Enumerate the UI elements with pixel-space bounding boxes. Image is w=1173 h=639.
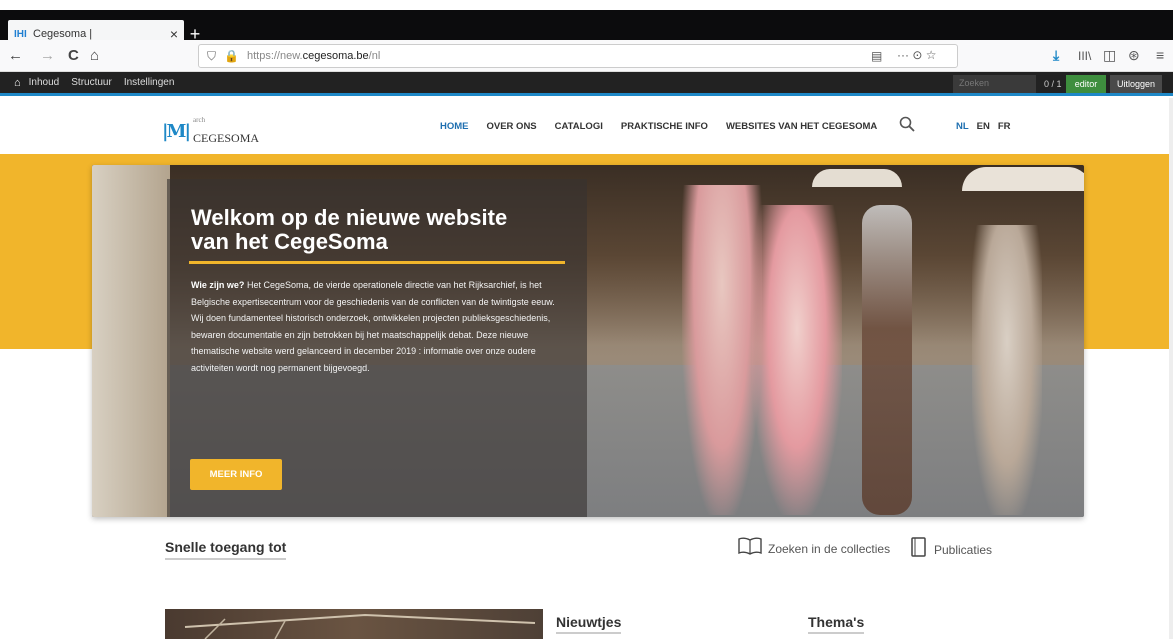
library-icon[interactable]: III\ (1078, 49, 1091, 63)
hero-photo-figure (972, 225, 1042, 515)
cms-item-inhoud[interactable]: Inhoud (29, 77, 60, 88)
home-icon[interactable]: ⌂ (90, 47, 99, 65)
search-icon[interactable] (899, 116, 915, 137)
menu-item-websites[interactable]: WEBSITES VAN HET CEGESOMA (726, 121, 877, 132)
sidebar-icon[interactable]: ◫ (1103, 47, 1116, 64)
quick-access-title: Snelle toegang tot (165, 539, 287, 560)
lang-en[interactable]: EN (977, 121, 990, 132)
hero-body: Wie zijn we? Het CegeSoma, de vierde ope… (191, 277, 566, 377)
cms-search-input[interactable]: Zoeken (953, 75, 1036, 93)
url-prefix: https://new. (246, 50, 303, 62)
news-image[interactable] (165, 609, 543, 639)
hero-photo-figure (682, 185, 762, 515)
quick-link-label: Zoeken in de collecties (768, 541, 891, 556)
hero-photo-figure (752, 205, 842, 515)
logo-prefix: arch (193, 116, 206, 124)
forward-icon[interactable]: → (40, 47, 55, 65)
cms-item-instellingen[interactable]: Instellingen (124, 77, 175, 88)
shield-icon[interactable]: ⛉ (207, 49, 216, 64)
document-icon (910, 537, 928, 562)
hero-photo-figure (862, 205, 912, 515)
cms-count: 0 / 1 (1044, 79, 1062, 89)
site-logo[interactable]: |M| arch CEGESOMA (162, 116, 259, 146)
menu-item-over-ons[interactable]: OVER ONS (487, 121, 537, 132)
menu-item-home[interactable]: HOME (440, 121, 469, 132)
back-icon[interactable]: ← (8, 47, 23, 65)
lock-icon[interactable]: 🔒 (224, 49, 239, 63)
url-path: /nl (368, 50, 381, 62)
quick-link-publicaties[interactable]: Publicaties (910, 537, 992, 562)
hero-body-text: Het CegeSoma, de vierde operationele dir… (191, 280, 555, 373)
menu-icon[interactable]: ≡ (1156, 47, 1164, 63)
tab-title: Cegesoma | (33, 28, 93, 40)
quick-link-collecties[interactable]: Zoeken in de collecties (738, 537, 890, 560)
main-menu: HOME OVER ONS CATALOGI PRAKTISCHE INFO W… (440, 121, 877, 132)
logout-button[interactable]: Uitloggen (1110, 75, 1162, 93)
site-header: |M| arch CEGESOMA HOME OVER ONS CATALOGI… (0, 98, 1173, 154)
window-top (0, 0, 1173, 10)
lang-nl[interactable]: NL (956, 121, 969, 132)
cms-admin-bar: ⌂ Inhoud Structuur Instellingen Zoeken 0… (0, 72, 1173, 96)
hero-photo-umbrella (962, 167, 1084, 191)
reader-icon[interactable]: ▤ (871, 49, 882, 63)
menu-item-catalogi[interactable]: CATALOGI (555, 121, 603, 132)
reload-icon[interactable]: C (68, 47, 79, 65)
logo-name: arch CEGESOMA (193, 116, 259, 146)
url-domain: cegesoma.be (302, 50, 369, 62)
hero-title: Welkom op de nieuwe website van het Cege… (191, 205, 508, 254)
favicon-icon: IHI (14, 28, 27, 40)
menu-item-praktische-info[interactable]: PRAKTISCHE INFO (621, 121, 708, 132)
quick-link-label: Publicaties (934, 542, 993, 557)
url-bar[interactable]: ⛉ 🔒 https://new. cegesoma.be/nl ▤ ··· ⊙ ☆ (198, 44, 958, 68)
editor-button[interactable]: editor (1066, 75, 1106, 93)
page-actions-icon[interactable]: ··· ⊙ ☆ (897, 48, 936, 62)
language-switcher: NL EN FR (956, 121, 1011, 132)
cms-home-icon[interactable]: ⌂ (14, 77, 21, 89)
logo-text: CEGESOMA (193, 131, 260, 145)
cms-item-structuur[interactable]: Structuur (71, 77, 112, 88)
tab-bar: IHI Cegesoma | × + (0, 10, 1173, 48)
meer-info-button[interactable]: MEER INFO (190, 459, 282, 490)
hero-banner: Welkom op de nieuwe website van het Cege… (92, 165, 1084, 517)
themes-heading: Thema's (808, 614, 865, 634)
download-icon[interactable]: ⤓ (1053, 47, 1059, 64)
account-icon[interactable]: ⊛ (1128, 47, 1140, 64)
news-heading: Nieuwtjes (556, 614, 622, 634)
lang-fr[interactable]: FR (998, 121, 1011, 132)
hero-photo-umbrella (812, 169, 902, 187)
book-icon (738, 537, 762, 560)
logo-mark: |M| (162, 120, 191, 142)
navigation-toolbar: ← → C ⌂ ⛉ 🔒 https://new. cegesoma.be/nl ▤… (0, 40, 1173, 72)
hero-photo-figure (92, 165, 170, 517)
page-scrollbar[interactable] (1169, 98, 1173, 639)
hero-intro: Wie zijn we? (191, 280, 245, 290)
hero-title-underline (189, 261, 565, 264)
